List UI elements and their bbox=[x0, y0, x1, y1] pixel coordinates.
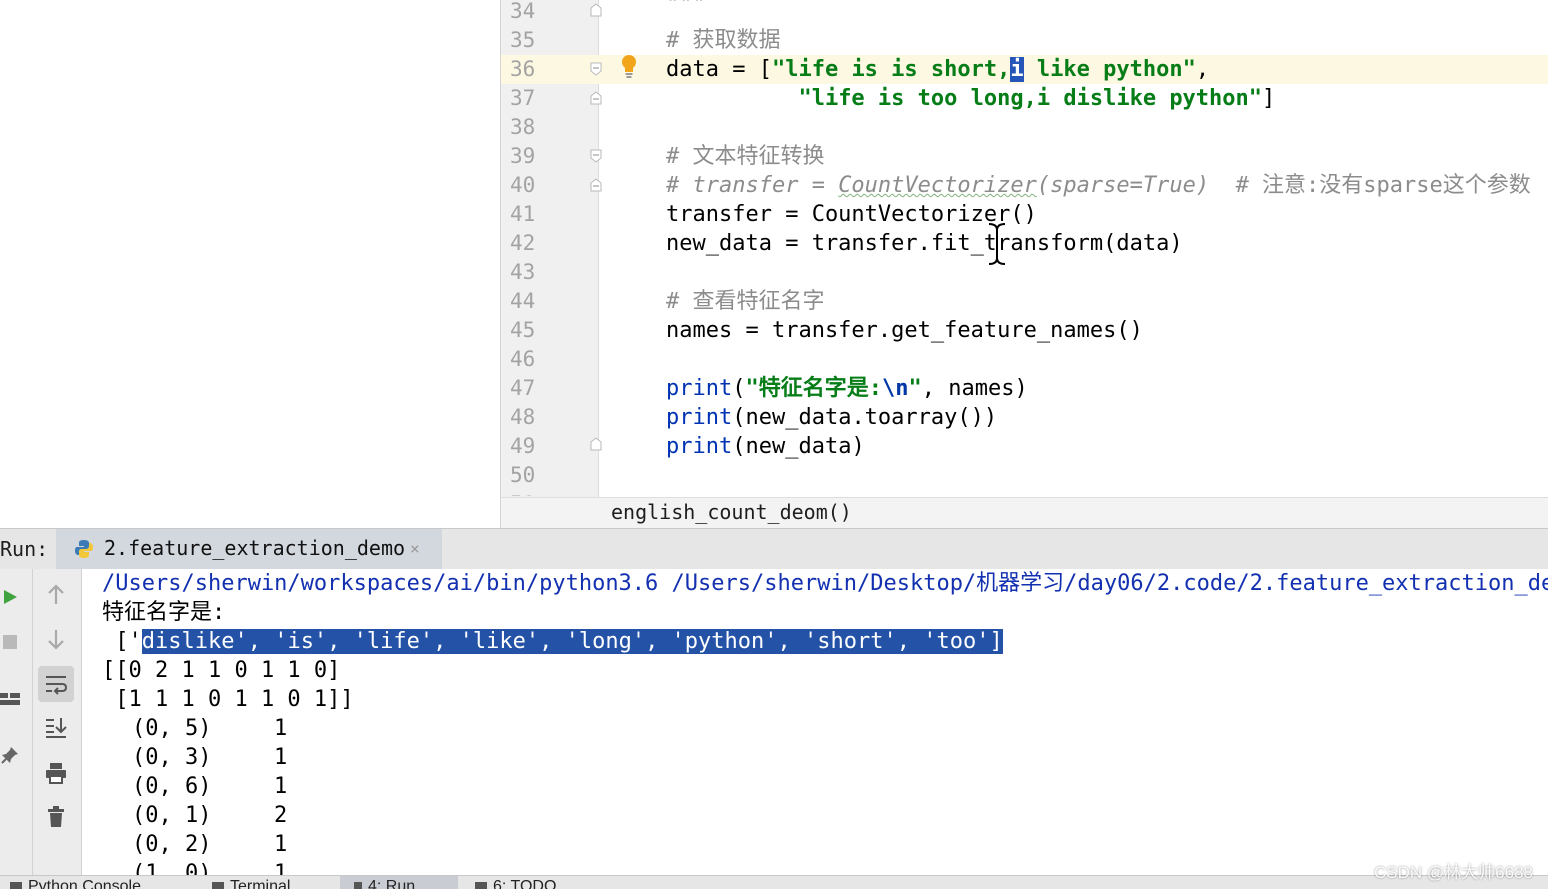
soft-wrap-icon[interactable] bbox=[38, 666, 74, 702]
python-icon bbox=[74, 539, 94, 563]
run-left-toolbar bbox=[0, 569, 33, 875]
arrow-up-icon[interactable] bbox=[38, 577, 74, 613]
line-number: 47 bbox=[510, 376, 536, 400]
line-number: 34 bbox=[510, 0, 536, 23]
line-number: 48 bbox=[510, 405, 536, 429]
line-number: 39 bbox=[510, 144, 536, 168]
console-output-line: [[0 2 1 1 0 1 1 0] bbox=[102, 658, 341, 683]
run-icon[interactable] bbox=[0, 579, 28, 615]
line-number: 43 bbox=[510, 260, 536, 284]
layout-icon[interactable] bbox=[0, 681, 28, 717]
code-line-comment[interactable]: # 获取数据 bbox=[666, 26, 781, 55]
fold-end-icon[interactable] bbox=[590, 437, 602, 451]
breadcrumb-item[interactable]: english_count_deom() bbox=[611, 500, 852, 524]
run-panel-header: Run: 2.feature_extraction_demo × bbox=[0, 528, 1548, 570]
line-number: 51 bbox=[510, 482, 550, 496]
fold-end-icon[interactable] bbox=[590, 91, 602, 105]
code-line-print[interactable]: print("特征名字是:\n", names) bbox=[666, 374, 1028, 403]
tab-todo[interactable]: 6: TODO bbox=[475, 878, 556, 889]
selected-text: dislike', 'is', 'life', 'like', 'long', … bbox=[141, 629, 1003, 654]
fold-start-icon[interactable] bbox=[590, 62, 602, 76]
project-panel bbox=[0, 0, 501, 528]
code-line[interactable]: names = transfer.get_feature_names() bbox=[666, 316, 1143, 345]
line-number: 35 bbox=[510, 28, 536, 52]
line-number: 40 bbox=[510, 173, 536, 197]
line-number: 45 bbox=[510, 318, 536, 342]
pin-icon[interactable] bbox=[0, 737, 28, 773]
tab-terminal[interactable]: Terminal bbox=[212, 878, 290, 889]
fold-end-icon[interactable] bbox=[590, 178, 602, 192]
tab-python-console[interactable]: Python Console bbox=[10, 878, 141, 889]
watermark: CSDN @林大帅6688 bbox=[1374, 863, 1533, 882]
code-line[interactable]: """ bbox=[666, 0, 706, 19]
run-tab-label: 2.feature_extraction_demo bbox=[104, 536, 406, 560]
code-line-print[interactable]: print(new_data.toarray()) bbox=[666, 403, 997, 432]
code-line[interactable]: new_data = transfer.fit_transform(data) bbox=[666, 229, 1183, 258]
tool-window-bar: Python Console Terminal 4: Run 6: TODO bbox=[0, 875, 1548, 889]
code-line-comment[interactable]: # 查看特征名字 bbox=[666, 287, 825, 316]
fold-end-icon[interactable] bbox=[590, 3, 602, 17]
line-number: 36 bbox=[510, 57, 536, 81]
print-icon[interactable] bbox=[38, 755, 74, 791]
line-number: 46 bbox=[510, 347, 536, 371]
lightbulb-icon[interactable] bbox=[620, 54, 638, 80]
breadcrumb[interactable]: english_count_deom() bbox=[501, 497, 1548, 528]
code-line[interactable]: transfer = CountVectorizer() bbox=[666, 200, 1037, 229]
stop-icon[interactable] bbox=[0, 624, 28, 660]
code-line-data[interactable]: data = ["life is is short,i like python"… bbox=[666, 55, 1209, 84]
code-line-print[interactable]: print(new_data) bbox=[666, 432, 865, 461]
line-number: 42 bbox=[510, 231, 536, 255]
line-number: 44 bbox=[510, 289, 536, 313]
code-line-data-cont[interactable]: "life is too long,i dislike python"] bbox=[666, 84, 1275, 113]
trash-icon[interactable] bbox=[38, 799, 74, 835]
code-line-comment[interactable]: # 文本特征转换 bbox=[666, 142, 825, 171]
console-output-line: [1 1 1 0 1 1 0 1]] bbox=[102, 687, 354, 712]
ibeam-cursor-icon bbox=[985, 221, 1009, 270]
text-caret: i bbox=[1010, 57, 1024, 82]
tab-run[interactable]: 4: Run bbox=[340, 876, 458, 889]
arrow-down-icon[interactable] bbox=[38, 621, 74, 657]
run-tools-toolbar bbox=[33, 569, 82, 875]
run-label: Run: bbox=[0, 537, 49, 561]
console-output-line: 特征名字是: bbox=[102, 600, 226, 625]
run-console-output[interactable]: /Users/sherwin/workspaces/ai/bin/python3… bbox=[82, 569, 1548, 875]
run-tab[interactable]: 2.feature_extraction_demo × bbox=[56, 529, 442, 569]
console-output-line: ['dislike', 'is', 'life', 'like', 'long'… bbox=[102, 629, 1003, 654]
console-command-line: /Users/sherwin/workspaces/ai/bin/python3… bbox=[102, 571, 1548, 596]
line-number: 41 bbox=[510, 202, 536, 226]
close-icon[interactable]: × bbox=[410, 539, 420, 558]
code-line-comment[interactable]: # transfer = CountVectorizer(sparse=True… bbox=[666, 171, 1531, 200]
line-number: 38 bbox=[510, 115, 536, 139]
fold-start-icon[interactable] bbox=[590, 149, 602, 163]
line-number: 37 bbox=[510, 86, 536, 110]
scroll-to-end-icon[interactable] bbox=[38, 709, 74, 745]
line-number: 49 bbox=[510, 434, 536, 458]
